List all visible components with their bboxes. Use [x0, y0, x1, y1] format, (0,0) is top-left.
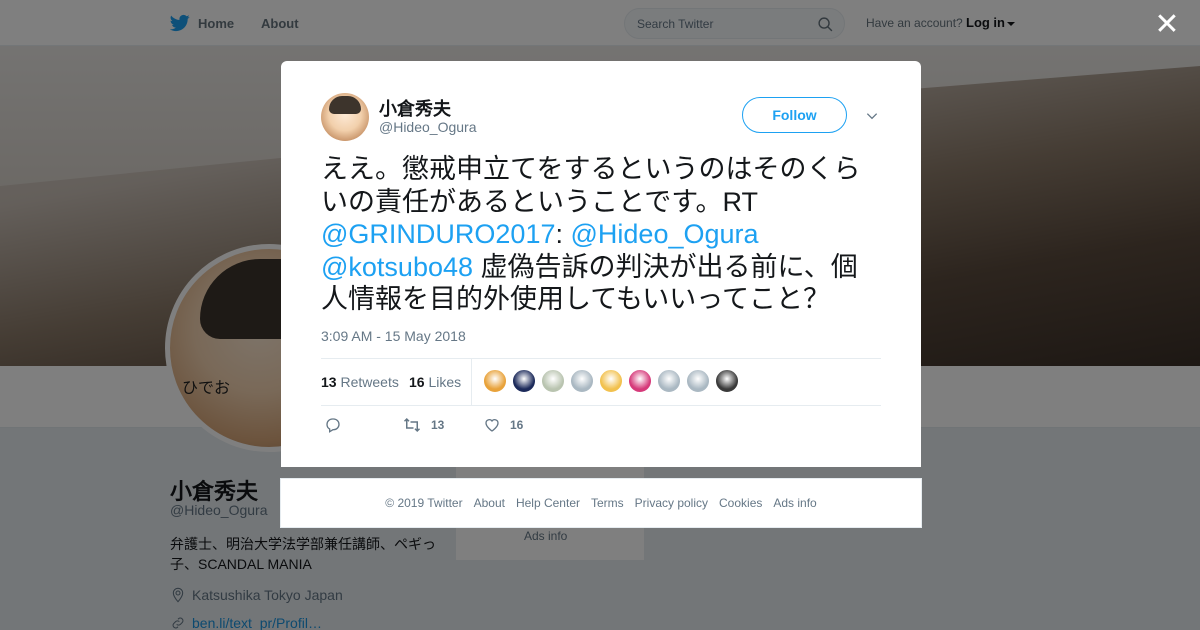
tweet-timestamp[interactable]: 3:09 AM - 15 May 2018 — [321, 328, 466, 344]
tweet-text-part1: ええ。懲戒申立てをするというのはそのくらいの責任があるということです。RT — [321, 154, 861, 217]
liker-avatar[interactable] — [570, 369, 594, 393]
follow-button[interactable]: Follow — [742, 97, 847, 133]
liker-avatar[interactable] — [483, 369, 507, 393]
liker-avatar[interactable] — [628, 369, 652, 393]
reply-button[interactable] — [325, 417, 341, 433]
likes-stat[interactable]: 16 Likes — [409, 374, 461, 390]
retweets-label: Retweets — [340, 374, 399, 390]
footer-link[interactable]: Privacy policy — [635, 496, 708, 510]
tweet-author-handle[interactable]: @Hideo_Ogura — [379, 119, 477, 135]
liker-avatar[interactable] — [512, 369, 536, 393]
like-count: 16 — [510, 418, 524, 432]
liker-avatar[interactable] — [715, 369, 739, 393]
retweets-stat[interactable]: 13 Retweets — [321, 374, 399, 390]
close-icon[interactable]: ✕ — [1152, 10, 1182, 40]
liker-avatar[interactable] — [599, 369, 623, 393]
mention-link[interactable]: @Hideo_Ogura — [571, 219, 759, 249]
heart-icon — [485, 419, 499, 432]
liker-avatar[interactable] — [541, 369, 565, 393]
footer-link[interactable]: Terms — [591, 496, 624, 510]
tweet-author-avatar[interactable] — [321, 93, 369, 141]
footer-link[interactable]: Cookies — [719, 496, 762, 510]
footer: © 2019 Twitter About Help Center Terms Priva… — [280, 478, 922, 528]
likes-label: Likes — [428, 374, 462, 390]
tweet-text: ええ。懲戒申立てをするというのはそのくらいの責任があるということです。RT @G… — [321, 153, 881, 316]
retweets-count: 13 — [321, 374, 337, 390]
tweet-actions: 13 16 — [321, 417, 881, 437]
tweet-modal: 小倉秀夫 @Hideo_Ogura Follow ええ。懲戒申立てをするというの… — [281, 61, 921, 467]
liker-avatar[interactable] — [657, 369, 681, 393]
retweet-count: 13 — [431, 418, 445, 432]
liker-avatar[interactable] — [686, 369, 710, 393]
mention-link[interactable]: @kotsubo48 — [321, 252, 473, 282]
tweet-stats: 13 Retweets 16 Likes — [321, 358, 881, 406]
chevron-down-icon[interactable] — [865, 109, 879, 123]
tweet-author-name[interactable]: 小倉秀夫 — [379, 95, 451, 121]
mention-link[interactable]: @GRINDURO2017 — [321, 219, 555, 249]
footer-link[interactable]: © 2019 Twitter — [385, 496, 462, 510]
retweet-button[interactable]: 13 — [403, 417, 444, 433]
retweet-icon — [403, 417, 421, 433]
like-button[interactable]: 16 — [484, 417, 523, 433]
footer-link[interactable]: Ads info — [773, 496, 816, 510]
likes-count: 16 — [409, 374, 425, 390]
footer-link[interactable]: Help Center — [516, 496, 580, 510]
tweet-text-sep: : — [555, 219, 571, 249]
liker-avatars — [483, 369, 739, 393]
footer-link[interactable]: About — [474, 496, 505, 510]
reply-icon — [326, 418, 340, 433]
